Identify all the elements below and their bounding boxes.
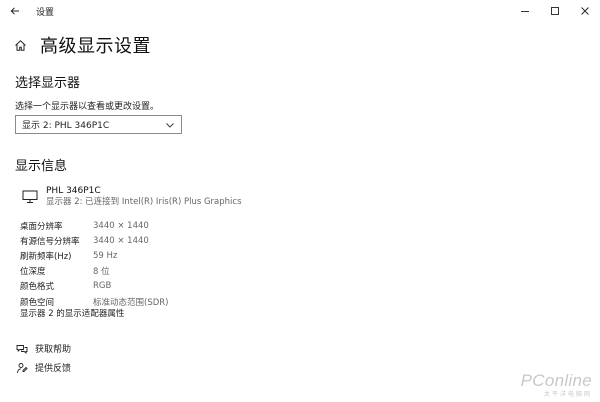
info-value: 3440 × 1440 [93,235,149,246]
monitor-name: PHL 346P1C [46,186,101,196]
minimize-button[interactable] [510,0,540,22]
adapter-properties-link[interactable]: 显示器 2 的显示适配器属性 [20,307,124,319]
monitor-icon [22,190,38,203]
chevron-down-icon [166,122,174,128]
close-icon [581,7,589,15]
info-value: RGB [93,281,112,292]
title-bar: 设置 [0,0,600,22]
monitor-connection: 显示器 2: 已连接到 Intel(R) Iris(R) Plus Graphi… [46,197,242,207]
window-title: 设置 [36,7,55,18]
close-button[interactable] [570,0,600,22]
select-display-heading: 选择显示器 [15,76,81,91]
window-controls [510,0,600,22]
display-select-value: 显示 2: PHL 346P1C [22,121,110,131]
maximize-icon [551,7,559,15]
info-row: 有源信号分辨率 3440 × 1440 [20,233,168,248]
display-info-table: 桌面分辨率 3440 × 1440 有源信号分辨率 3440 × 1440 刷新… [20,218,168,309]
monitor-summary: PHL 346P1C 显示器 2: 已连接到 Intel(R) Iris(R) … [22,186,242,208]
home-button[interactable] [14,38,28,52]
page-header: 高级显示设置 [14,30,151,60]
info-label: 位深度 [20,267,46,278]
info-row: 颜色格式 RGB [20,279,168,294]
info-row: 位深度 8 位 [20,264,168,279]
info-value: 3440 × 1440 [93,220,149,231]
back-arrow-icon [10,7,19,15]
info-value: 标准动态范围(SDR) [93,297,169,308]
help-chat-icon [16,344,28,354]
info-label: 颜色空间 [20,297,55,308]
info-row: 桌面分辨率 3440 × 1440 [20,218,168,233]
page-title: 高级显示设置 [40,36,151,57]
display-select[interactable]: 显示 2: PHL 346P1C [15,115,182,134]
back-button[interactable] [4,0,26,22]
info-label: 有源信号分辨率 [20,236,80,247]
feedback-person-icon [17,362,28,373]
info-label: 颜色格式 [20,282,55,293]
watermark-logo: PConline 太平洋电脑网 [521,371,592,398]
minimize-icon [521,11,529,12]
watermark-main: PConline [520,371,592,390]
select-display-description: 选择一个显示器以查看或更改设置。 [15,102,160,112]
get-help-link[interactable]: 获取帮助 [16,342,71,355]
get-help-label: 获取帮助 [35,345,72,355]
info-value: 8 位 [93,267,110,278]
monitor-text: PHL 346P1C 显示器 2: 已连接到 Intel(R) Iris(R) … [46,186,242,208]
info-label: 桌面分辨率 [20,221,63,232]
feedback-label: 提供反馈 [35,364,72,374]
info-label: 刷新频率(Hz) [20,251,72,262]
chevron-container [165,120,175,130]
maximize-button[interactable] [540,0,570,22]
help-icon-container [16,343,28,355]
info-value: 59 Hz [93,250,118,261]
home-icon [15,39,26,51]
display-info-heading: 显示信息 [15,159,68,174]
info-row: 刷新频率(Hz) 59 Hz [20,248,168,263]
feedback-link[interactable]: 提供反馈 [16,361,71,374]
feedback-icon-container [16,362,28,374]
settings-window: 设置 高级显示设置 选择显示器 选择一个显示器以查看或更改设置。 显示 2: P… [0,0,600,402]
